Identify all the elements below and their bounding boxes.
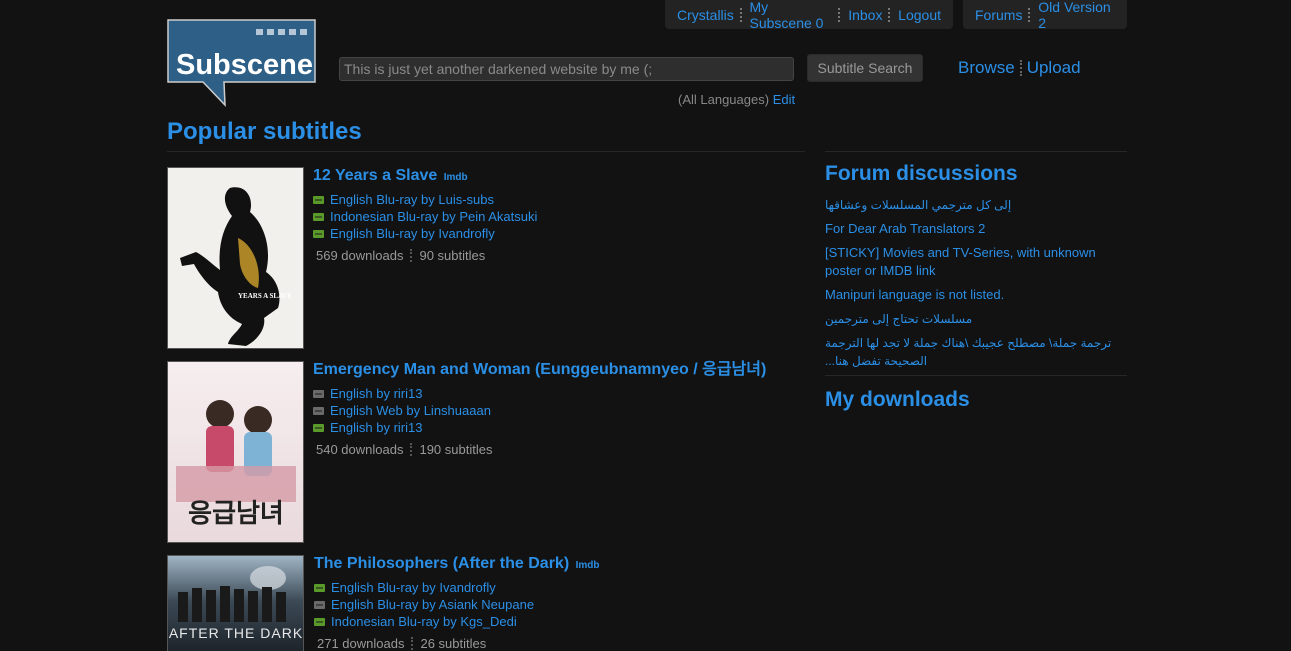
language-label: (All Languages) [678,92,770,107]
movie-info: 12 Years a Slave Imdb English Blu-ray by… [313,167,803,263]
subtitle-link[interactable]: English Blu-ray by Ivandrofly [331,579,496,596]
subtitle-item: English Blu-ray by Ivandrofly [313,225,803,242]
forum-topic-link[interactable]: [STICKY] Movies and TV-Series, with unkn… [825,244,1125,280]
subtitle-list: English Blu-ray by Luis-subs Indonesian … [313,191,803,242]
divider [167,151,805,152]
movie-item: 응급남녀 Emergency Man and Woman (Eunggeubna… [167,361,807,543]
old-version-link[interactable]: Old Version 2 [1038,0,1115,31]
forum-heading: Forum discussions [825,162,1018,185]
username-link[interactable]: Crystallis [677,7,734,23]
separator [838,7,842,22]
separator [411,637,414,650]
download-count: 569 downloads [316,248,404,263]
edit-language-link[interactable]: Edit [773,92,795,107]
subtitle-list: English Blu-ray by Ivandrofly English Bl… [314,579,804,630]
logo-text: Subscene [176,49,313,81]
movie-item: AFTER THE DARK The Philosophers (After t… [167,555,807,651]
subtitle-link[interactable]: English by riri13 [330,419,423,436]
movie-poster[interactable]: 응급남녀 [167,361,304,543]
good-rating-icon [313,423,324,432]
movie-stats: 540 downloads 190 subtitles [313,442,803,457]
subtitle-item: Indonesian Blu-ray by Kgs_Dedi [314,613,804,630]
browse-link[interactable]: Browse [958,58,1015,78]
poster-caption: YEARS A SLAVE [238,292,292,300]
subtitle-item: English Web by Linshuaaan [313,402,803,419]
movie-stats: 569 downloads 90 subtitles [313,248,803,263]
logout-link[interactable]: Logout [898,7,941,23]
forum-topic-link[interactable]: For Dear Arab Translators 2 [825,220,1125,238]
subtitle-item: English by riri13 [313,419,803,436]
separator [739,7,744,22]
imdb-link[interactable]: Imdb [444,172,468,183]
subtitle-list: English by riri13 English Web by Linshua… [313,385,803,436]
separator [410,249,413,262]
neutral-rating-icon [314,600,325,609]
forum-topic-link[interactable]: Manipuri language is not listed. [825,286,1125,304]
forum-list: إلى كل مترجمي المسلسلات وعشاقها For Dear… [825,196,1125,376]
separator [410,443,413,456]
good-rating-icon [313,212,324,221]
subtitle-link[interactable]: English by riri13 [330,385,423,402]
subtitle-item: English Blu-ray by Ivandrofly [314,579,804,596]
movie-stats: 271 downloads 26 subtitles [314,636,804,651]
separator [1028,7,1032,22]
movie-title-link[interactable]: The Philosophers (After the Dark) [314,555,569,572]
subtitle-link[interactable]: English Web by Linshuaaan [330,402,491,419]
user-bar: Crystallis My Subscene 0 Inbox Logout [665,0,953,31]
good-rating-icon [313,195,324,204]
download-count: 540 downloads [316,442,404,457]
subtitle-link[interactable]: Indonesian Blu-ray by Kgs_Dedi [331,613,517,630]
divider [825,375,1127,376]
download-count: 271 downloads [317,636,405,651]
neutral-rating-icon [313,406,324,415]
movie-poster[interactable]: AFTER THE DARK [167,555,304,651]
search-input[interactable]: This is just yet another darkened websit… [339,57,794,81]
forum-bar: Forums Old Version 2 [963,0,1127,31]
subtitle-item: English Blu-ray by Luis-subs [313,191,803,208]
imdb-link[interactable]: Imdb [576,560,600,571]
subtitle-item: English Blu-ray by Asiank Neupane [314,596,804,613]
movie-title-link[interactable]: 12 Years a Slave [313,167,437,184]
main-nav: Browse Upload [958,58,1081,78]
subtitle-search-button[interactable]: Subtitle Search [807,54,923,82]
subtitle-link[interactable]: English Blu-ray by Ivandrofly [330,225,495,242]
subtitle-count: 190 subtitles [419,442,493,457]
forum-topic-link[interactable]: ترجمة جملة\ مصطلح عجيبك \هناك جملة لا تج… [825,334,1125,370]
subtitle-link[interactable]: English Blu-ray by Luis-subs [330,191,494,208]
forum-topic-link[interactable]: إلى كل مترجمي المسلسلات وعشاقها [825,196,1125,214]
poster-caption: AFTER THE DARK [169,625,303,641]
upload-link[interactable]: Upload [1027,58,1081,78]
subscene-logo[interactable]: Subscene [167,19,317,107]
my-downloads-heading: My downloads [825,388,970,411]
good-rating-icon [313,229,324,238]
my-subscene-link[interactable]: My Subscene 0 [750,0,833,31]
separator [1019,60,1022,76]
good-rating-icon [314,583,325,592]
subtitle-link[interactable]: Indonesian Blu-ray by Pein Akatsuki [330,208,537,225]
neutral-rating-icon [313,389,324,398]
subtitle-link[interactable]: English Blu-ray by Asiank Neupane [331,596,534,613]
page: Crystallis My Subscene 0 Inbox Logout Fo… [0,0,1291,651]
movie-title-link[interactable]: Emergency Man and Woman (Eunggeubnamnyeo… [313,361,766,378]
forums-link[interactable]: Forums [975,7,1022,23]
divider [825,151,1127,152]
movie-info: Emergency Man and Woman (Eunggeubnamnyeo… [313,361,803,457]
subtitle-item: Indonesian Blu-ray by Pein Akatsuki [313,208,803,225]
popular-heading: Popular subtitles [167,118,362,145]
movie-info: The Philosophers (After the Dark) Imdb E… [314,555,804,651]
movie-item: YEARS A SLAVE 12 Years a Slave Imdb Engl… [167,167,807,349]
movie-poster[interactable]: YEARS A SLAVE [167,167,304,349]
language-filter: (All Languages) Edit [678,92,795,107]
subtitle-count: 90 subtitles [419,248,486,263]
subtitle-item: English by riri13 [313,385,803,402]
good-rating-icon [314,617,325,626]
separator [888,7,892,22]
subtitle-count: 26 subtitles [420,636,487,651]
inbox-link[interactable]: Inbox [848,7,882,23]
forum-topic-link[interactable]: مسلسلات تحتاج إلى مترجمين [825,310,1125,328]
poster-caption: 응급남녀 [188,499,284,529]
